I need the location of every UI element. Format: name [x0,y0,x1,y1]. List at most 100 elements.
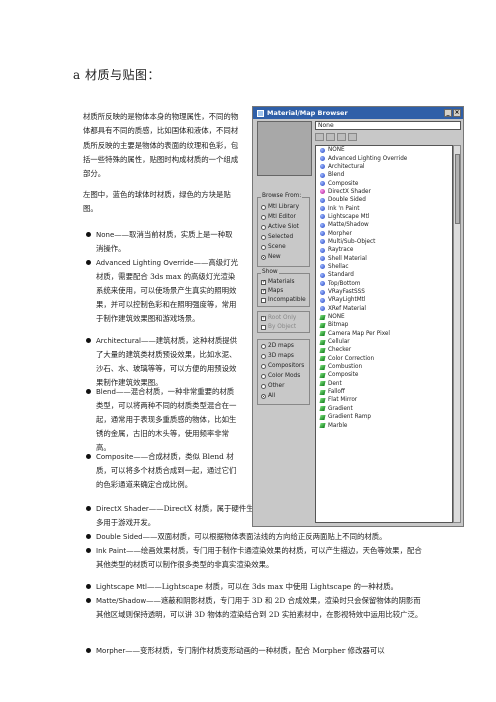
material-list-item[interactable]: Multi/Sub-Object [316,238,452,246]
material-sphere-icon [320,206,325,212]
map-list-item[interactable]: Cellular [316,338,452,346]
map-type-group: 2D maps 3D maps Compositors Color Mods O… [257,339,310,405]
map-list-item[interactable]: NONE [316,313,452,321]
definition-text: ——双面材质，可以根据物体表面法线的方向给正反两面贴上不同的材质。 [142,532,387,541]
root-options-group: ✓ Root Only By Object [257,311,310,333]
map-list-item[interactable]: Composite [316,371,452,379]
material-map-browser: Material/Map Browser _ × None Browse Fro… [252,106,464,527]
view-small-icons-icon[interactable] [337,133,346,141]
map-list-item[interactable]: Flat Mirror [316,396,452,404]
view-large-icons-icon[interactable] [348,133,357,141]
map-parallelogram-icon [319,397,326,403]
map-parallelogram-icon [319,356,326,362]
map-list-item[interactable]: Marble [316,421,452,429]
caption-paragraph: 左图中，蓝色的球体时材质，绿色的方块是贴图。 [83,190,231,214]
map-list-item[interactable]: Color Correction [316,355,452,363]
radio-new[interactable]: New [261,254,281,260]
list-scrollbar[interactable] [453,145,461,523]
checkbox-maps[interactable]: ✓ Maps [261,288,283,294]
material-sphere-icon [320,306,325,312]
checkbox-by-object[interactable]: By Object [261,324,296,330]
material-sphere-icon [320,156,325,162]
map-list-item[interactable]: Combustion [316,363,452,371]
radio-other[interactable]: Other [261,383,284,389]
radio-selected[interactable]: Selected [261,234,293,240]
radio-compositors[interactable]: Compositors [261,363,304,369]
material-list-item[interactable]: Matte/Shadow [316,221,452,229]
minimize-icon[interactable]: _ [444,109,452,117]
scroll-thumb[interactable] [455,154,460,224]
material-list-item[interactable]: Blend [316,171,452,179]
map-parallelogram-icon [319,314,326,320]
checkbox-incompatible[interactable]: Incompatible [261,297,306,303]
material-list-item[interactable]: Standard [316,271,452,279]
definition-term: Architectural [96,337,141,345]
material-list-item[interactable]: Architectural [316,163,452,171]
map-parallelogram-icon [319,331,326,337]
material-list-item[interactable]: Lightscape Mtl [316,213,452,221]
radio-all[interactable]: All [261,393,275,399]
definition-item: Advanced Lighting Override——高级灯光材质，需要配合 … [86,256,238,326]
bullet-icon [86,506,91,511]
map-parallelogram-icon [319,364,326,370]
material-list-item[interactable]: Composite [316,179,452,187]
bullet-icon [86,338,91,343]
material-sphere-icon [320,147,325,153]
browse-from-group: Browse From: Mtl Library Mtl Editor Acti… [257,193,310,267]
material-sphere-icon [320,164,325,170]
map-list-item[interactable]: Camera Map Per Pixel [316,330,452,338]
definition-item: Lightscape Mtl——Lightscape 材质，可以在 3ds ma… [86,580,426,594]
map-list-item[interactable]: Bitmap [316,321,452,329]
bullet-icon [86,548,91,553]
checkbox-materials[interactable]: ✓ Materials [261,279,295,285]
material-list-item[interactable]: VRayLightMtl [316,296,452,304]
map-list-item[interactable]: Dent [316,380,452,388]
material-sphere-icon [320,181,325,187]
material-list-item[interactable]: Ink 'n Paint [316,204,452,212]
material-list-item[interactable]: Shellac [316,263,452,271]
radio-mtl-library[interactable]: Mtl Library [261,204,299,210]
definition-item: Morpher——变形材质，专门制作材质变形动画的一种材质，配合 Morpher… [86,644,426,658]
radio-active-slot[interactable]: Active Slot [261,224,299,230]
definition-term: Matte/Shadow [96,597,147,605]
close-icon[interactable]: × [453,109,461,117]
radio-color-mods[interactable]: Color Mods [261,373,300,379]
material-list-item[interactable]: XRef Material [316,305,452,313]
material-list-item[interactable]: NONE [316,146,452,154]
definition-term: Ink Paint [96,547,127,555]
material-list-item[interactable]: DirectX Shader [316,188,452,196]
material-list-item[interactable]: Top/Bottom [316,280,452,288]
definition-item: Double Sided——双面材质，可以根据物体表面法线的方向给正反两面贴上不… [86,530,426,544]
material-list-item[interactable]: Shell Material [316,254,452,262]
material-list-item[interactable]: Double Sided [316,196,452,204]
material-list-item[interactable]: VRayFastSSS [316,288,452,296]
material-sphere-icon [320,297,325,303]
bullet-icon [86,260,91,265]
material-list-item[interactable]: Morpher [316,229,452,237]
definition-item: Architectural——建筑材质，这种材质提供了大量的建筑类材质预设效果，… [86,334,238,390]
material-list-item[interactable]: Raytrace [316,246,452,254]
map-parallelogram-icon [319,423,326,429]
material-list-item[interactable]: Advanced Lighting Override [316,154,452,162]
material-sphere-icon [320,231,325,237]
map-list-item[interactable]: Gradient Ramp [316,413,452,421]
definition-term: Morpher [96,647,126,655]
radio-2d-maps[interactable]: 2D maps [261,343,294,349]
bullet-icon [86,648,91,653]
bullet-icon [86,534,91,539]
radio-scene[interactable]: Scene [261,244,286,250]
map-list-item[interactable]: Checker [316,346,452,354]
material-list[interactable]: NONE Advanced Lighting Override Architectu… [315,145,453,523]
view-list-icon[interactable] [315,133,324,141]
map-list-item[interactable]: Gradient [316,405,452,413]
radio-3d-maps[interactable]: 3D maps [261,353,294,359]
definition-term: Double Sided [96,533,143,541]
map-list-item[interactable]: Falloff [316,388,452,396]
view-list-icons-icon[interactable] [326,133,335,141]
radio-mtl-editor[interactable]: Mtl Editor [261,214,296,220]
map-parallelogram-icon [319,339,326,345]
name-field[interactable]: None [315,121,461,130]
bullet-icon [86,598,91,603]
checkbox-root-only[interactable]: ✓ Root Only [261,315,296,321]
material-sphere-icon [320,272,325,278]
